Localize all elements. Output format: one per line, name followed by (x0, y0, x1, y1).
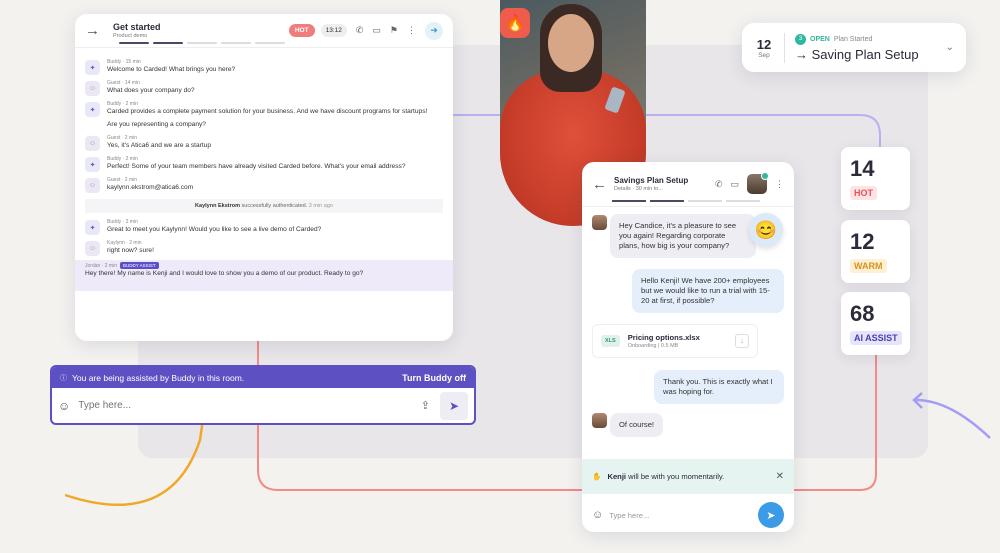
stat-card-hot: 14 HOT (841, 147, 910, 210)
back-arrow-icon[interactable]: ← (592, 176, 610, 193)
plan-title: Saving Plan Setup (811, 46, 919, 62)
mobile-composer: ☺ Type here... ➤ (582, 498, 794, 532)
buddy-avatar-icon: ✦ (85, 60, 100, 75)
mobile-chat-window: ← Savings Plan Setup Details · 30 min to… (582, 162, 794, 532)
emoji-icon[interactable]: ☺ (58, 399, 70, 413)
message-bubble: Hey Candice, it's a pleasure to see you … (610, 214, 756, 258)
assist-banner: ⓘ You are being assisted by Buddy in thi… (52, 367, 474, 388)
smiley-emoji-icon: 😊 (749, 213, 783, 247)
message: ☺ Kaylynn · 2 min right now? sure! (85, 240, 443, 256)
stat-card-warm: 12 WARM (841, 220, 910, 283)
more-options-icon[interactable]: ⋮ (407, 25, 416, 36)
phone-icon[interactable]: ✆ (715, 179, 723, 190)
buddy-avatar-icon: ✦ (85, 157, 100, 172)
flame-logo-icon: 🔥 (500, 8, 530, 38)
mobile-message-input[interactable]: Type here... (609, 511, 649, 520)
message: ✦ Buddy · 2 min Carded provides a comple… (85, 101, 443, 130)
message: ✦ Buddy · 15 min Welcome to Carded! What… (85, 59, 443, 75)
plan-month: Sep (758, 51, 770, 59)
emoji-icon[interactable]: ☺ (592, 509, 603, 521)
buddy-assist-badge: BUDDY ASSIST (119, 262, 159, 269)
message-list: ✦ Buddy · 15 min Welcome to Carded! What… (75, 48, 453, 297)
file-meta: Onboarding | 0.5 MB (627, 343, 679, 349)
plan-status-sub: Plan Started (833, 35, 873, 43)
ai-assist-label: AI ASSIST (850, 331, 902, 345)
more-options-icon[interactable]: ⋮ (775, 179, 784, 190)
video-icon[interactable]: ▭ (372, 25, 381, 36)
message: ☺ Guest · 2 min kaylynn.ekstrom@atica6.c… (85, 177, 443, 193)
file-attachment[interactable]: XLS Pricing options.xlsx Onboarding | 0.… (592, 324, 758, 358)
plan-status: OPEN (810, 35, 830, 43)
back-arrow-icon[interactable]: → (85, 22, 103, 39)
buddy-avatar-icon: ✦ (85, 102, 100, 117)
xls-icon: XLS (601, 335, 620, 347)
agent-avatar (592, 215, 607, 230)
typing-notice: ✋ Kenji will be with you momentarily. ✕ (582, 459, 794, 494)
phone-icon[interactable]: ✆ (356, 25, 364, 36)
upload-icon[interactable]: ⇪ (421, 399, 430, 412)
message: ☺ Guest · 14 min What does your company … (85, 80, 443, 96)
assist-composer: ⓘ You are being assisted by Buddy in thi… (50, 365, 476, 425)
message-input[interactable] (78, 400, 421, 411)
chat-title: Get started (113, 22, 161, 32)
agent-avatar (747, 172, 769, 194)
send-button[interactable]: ➤ (440, 391, 468, 420)
download-icon[interactable]: ↓ (735, 334, 749, 348)
system-message: Kaylynn Ekstrom successfully authenticat… (85, 199, 443, 213)
wave-hand-icon: ✋ (592, 472, 602, 481)
plan-count-badge: 3 (795, 33, 806, 45)
hot-label: HOT (850, 186, 877, 200)
transfer-icon[interactable]: ➜ (425, 21, 443, 40)
file-name: Pricing options.xlsx (627, 333, 700, 342)
message-bubble: Thank you. This is exactly what I was ho… (654, 370, 784, 404)
close-icon[interactable]: ✕ (776, 471, 784, 482)
video-icon[interactable]: ▭ (730, 179, 739, 190)
message: ✦ Buddy · 2 min Perfect! Some of your te… (85, 156, 443, 172)
message: ✦ Buddy · 2 min Great to meet you Kaylyn… (85, 219, 443, 235)
chat-progress (119, 42, 285, 44)
stat-card-ai-assist: 68 AI ASSIST (841, 292, 910, 355)
send-button[interactable]: ➤ (758, 502, 784, 528)
chat-timer: 13:12 (320, 24, 347, 37)
info-icon: ⓘ (60, 374, 67, 382)
guest-avatar-icon: ☺ (85, 241, 100, 256)
guest-avatar-icon: ☺ (85, 178, 100, 193)
mobile-subtitle: Details · 30 min to... (614, 186, 663, 192)
plan-day: 12 (756, 36, 772, 52)
assisted-message: Jordan · 2 min BUDDY ASSIST Hey there! My… (75, 260, 453, 291)
chat-subtitle: Product demo (113, 33, 148, 39)
message-bubble: Hello Kenji! We have 200+ employees but … (632, 269, 784, 313)
guest-avatar-icon: ☺ (85, 81, 100, 96)
message: ☺ Guest · 2 min Yes, it's Atica6 and we … (85, 135, 443, 151)
warm-label: WARM (850, 259, 887, 273)
mobile-title: Savings Plan Setup (614, 176, 689, 185)
plan-card[interactable]: 12 Sep 3 OPEN Plan Started → Saving Plan… (742, 23, 966, 72)
buddy-avatar-icon: ✦ (85, 220, 100, 235)
main-chat-window: → Get started Product demo HOT 13:12 ✆ ▭… (75, 14, 453, 341)
guest-avatar-icon: ☺ (85, 136, 100, 151)
chevron-down-icon[interactable]: ⌄ (946, 42, 954, 53)
mobile-header: ← Savings Plan Setup Details · 30 min to… (582, 162, 794, 207)
arrow-right-icon: → (795, 46, 812, 62)
message-bubble: Of course! (610, 413, 664, 437)
agent-avatar (592, 413, 607, 428)
chat-header: → Get started Product demo HOT 13:12 ✆ ▭… (75, 14, 453, 48)
hot-badge: HOT (288, 24, 315, 37)
flag-icon[interactable]: ⚑ (390, 25, 398, 36)
turn-buddy-off-button[interactable]: Turn Buddy off (402, 373, 466, 383)
